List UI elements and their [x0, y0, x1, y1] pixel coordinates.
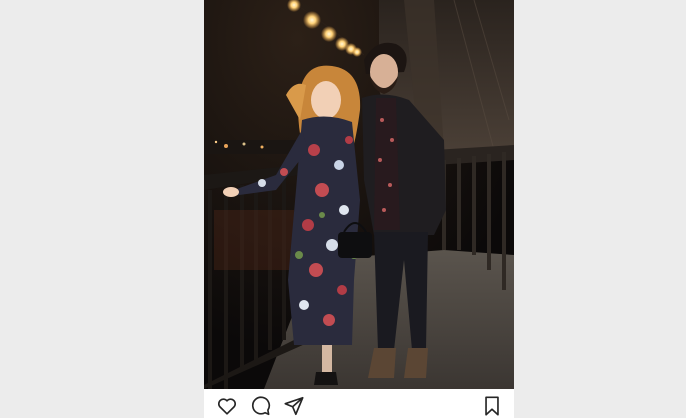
comment-bubble-icon	[252, 396, 271, 416]
save-button[interactable]	[481, 395, 503, 417]
paper-plane-icon	[284, 396, 304, 416]
bookmark-icon	[485, 396, 499, 416]
page	[0, 0, 686, 418]
post-card	[204, 0, 514, 418]
like-button[interactable]	[216, 395, 238, 417]
heart-icon	[217, 398, 237, 415]
comment-button[interactable]	[249, 395, 271, 417]
post-photo-image	[204, 0, 514, 389]
post-action-bar	[204, 389, 514, 418]
share-button[interactable]	[283, 395, 305, 417]
post-photo[interactable]	[204, 0, 514, 389]
